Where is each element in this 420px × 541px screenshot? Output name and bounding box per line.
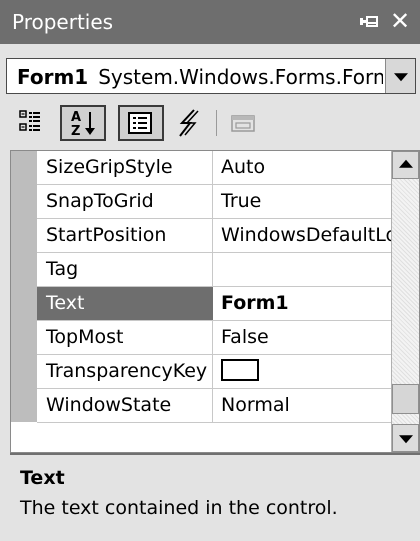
close-icon[interactable]: ✕ <box>386 8 414 34</box>
property-name: TransparencyKey <box>37 355 213 388</box>
property-value[interactable]: Form1 <box>213 287 401 320</box>
property-value[interactable] <box>213 253 401 286</box>
property-name: WindowState <box>37 389 213 422</box>
property-pages-button[interactable] <box>226 105 260 141</box>
chevron-down-icon <box>398 435 413 444</box>
property-grid: SizeGripStyle Auto SnapToGrid True Start… <box>10 150 420 453</box>
property-row-selected[interactable]: Text Form1 <box>37 287 401 321</box>
sort-az-icon: A Z <box>71 110 95 139</box>
window-title: Properties <box>12 10 114 34</box>
scroll-up-button[interactable] <box>392 151 419 179</box>
object-selector-dropdown-button[interactable] <box>385 59 415 93</box>
description-pane: Text The text contained in the control. <box>10 453 420 541</box>
property-value[interactable]: True <box>213 185 401 218</box>
property-name: Text <box>37 287 213 320</box>
description-text: The text contained in the control. <box>20 497 338 519</box>
color-swatch[interactable] <box>221 359 259 381</box>
property-name: StartPosition <box>37 219 213 252</box>
scroll-down-button[interactable] <box>392 424 419 452</box>
property-row[interactable]: StartPosition WindowsDefaultLocation <box>37 219 401 253</box>
svg-text:Z: Z <box>71 124 80 139</box>
svg-text:A: A <box>71 110 81 125</box>
lightning-icon <box>179 109 199 137</box>
property-value[interactable]: WindowsDefaultLocation <box>213 219 401 252</box>
description-title: Text <box>20 467 65 489</box>
grid-gutter <box>11 151 37 422</box>
object-selector[interactable]: Form1 System.Windows.Forms.Form <box>6 58 416 94</box>
categorized-button[interactable] <box>18 105 46 141</box>
property-row[interactable]: Tag <box>37 253 401 287</box>
categorized-icon <box>19 110 40 131</box>
pin-icon[interactable] <box>356 8 382 34</box>
property-pages-icon <box>231 115 255 132</box>
property-value[interactable]: Auto <box>213 151 401 184</box>
chevron-up-icon <box>398 159 413 168</box>
property-name: SnapToGrid <box>37 185 213 218</box>
properties-list-icon <box>128 112 152 134</box>
properties-toolbar: A Z <box>0 100 420 146</box>
property-row[interactable]: TransparencyKey <box>37 355 401 389</box>
properties-titlebar: Properties ✕ <box>0 0 420 44</box>
property-value[interactable]: Normal <box>213 389 401 422</box>
property-row[interactable]: TopMost False <box>37 321 401 355</box>
property-name: TopMost <box>37 321 213 354</box>
property-value[interactable]: False <box>213 321 401 354</box>
alphabetical-button[interactable]: A Z <box>60 105 106 141</box>
property-value[interactable] <box>213 355 401 388</box>
property-row[interactable]: WindowState Normal <box>37 389 401 423</box>
events-button[interactable] <box>172 105 206 141</box>
property-name: Tag <box>37 253 213 286</box>
property-row[interactable]: SnapToGrid True <box>37 185 401 219</box>
properties-button[interactable] <box>118 105 164 141</box>
scroll-thumb[interactable] <box>392 384 419 414</box>
object-name: Form1 <box>17 65 89 89</box>
object-type: System.Windows.Forms.Form <box>98 65 383 89</box>
property-row[interactable]: SizeGripStyle Auto <box>37 151 401 185</box>
toolbar-separator <box>216 110 217 136</box>
chevron-down-icon <box>393 73 408 82</box>
property-name: SizeGripStyle <box>37 151 213 184</box>
vertical-scrollbar[interactable] <box>391 151 419 452</box>
